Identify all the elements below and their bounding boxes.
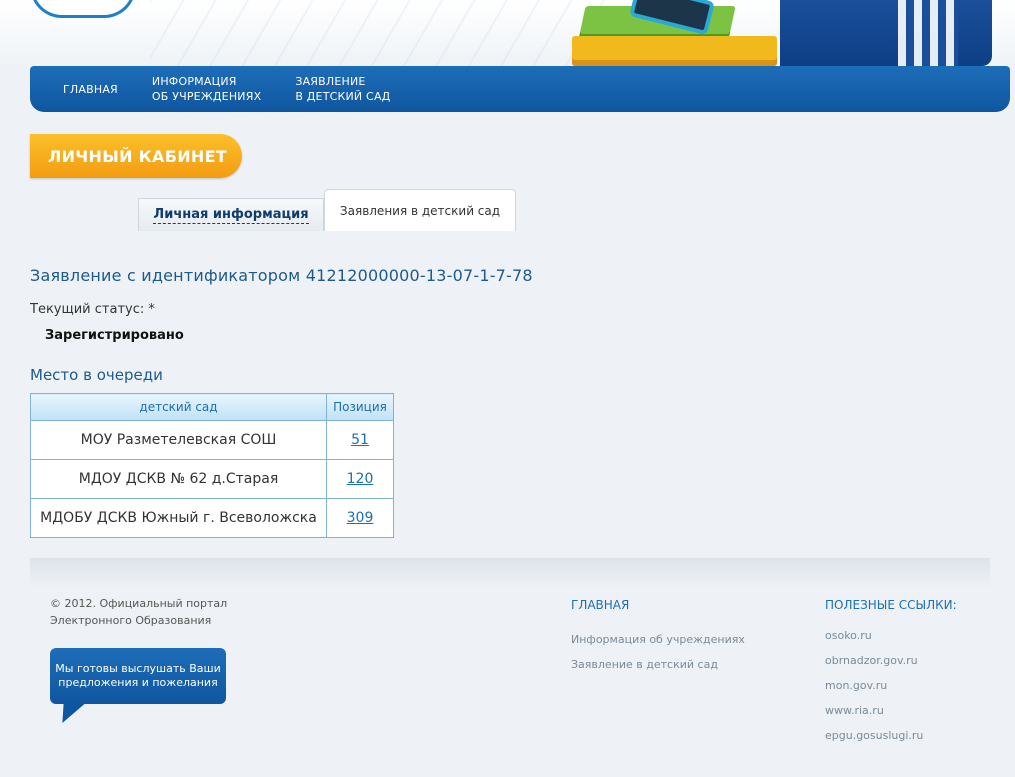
kindergarten-name: МДОБУ ДСКВ Южный г. Всеволожска bbox=[30, 498, 327, 538]
position-cell: 120 bbox=[326, 459, 394, 499]
footer-link-application[interactable]: Заявление в детский сад bbox=[571, 658, 718, 671]
position-link[interactable]: 120 bbox=[347, 471, 374, 487]
main-nav: ГЛАВНАЯ ИНФОРМАЦИЯ ОБ УЧРЕЖДЕНИЯХ ЗАЯВЛЕ… bbox=[30, 66, 1010, 112]
table-header-row: детский сад Позиция bbox=[30, 393, 394, 421]
footer-link-institutions[interactable]: Информация об учреждениях bbox=[571, 633, 745, 646]
footer-heading-main[interactable]: ГЛАВНАЯ bbox=[571, 598, 629, 612]
kindergarten-name: МДОУ ДСКВ № 62 д.Старая bbox=[30, 459, 327, 499]
books-illustration bbox=[572, 0, 782, 66]
application-title: Заявление с идентификатором 41212000000-… bbox=[30, 266, 533, 285]
footer-link-mon[interactable]: mon.gov.ru bbox=[825, 679, 887, 692]
position-link[interactable]: 51 bbox=[351, 432, 369, 448]
queue-table: детский сад Позиция МОУ Разметелевская С… bbox=[30, 393, 394, 538]
nav-item-kindergarten-application[interactable]: ЗАЯВЛЕНИЕ В ДЕТСКИЙ САД bbox=[295, 74, 390, 104]
logo[interactable] bbox=[30, 0, 136, 18]
backpack-illustration bbox=[780, 0, 992, 66]
status-label: Текущий статус: * bbox=[30, 302, 155, 317]
position-link[interactable]: 309 bbox=[347, 510, 374, 526]
nav-item-home[interactable]: ГЛАВНАЯ bbox=[63, 82, 118, 97]
footer-link-osoko[interactable]: osoko.ru bbox=[825, 629, 872, 642]
tabs: Личная информация Заявления в детский са… bbox=[138, 189, 516, 231]
feedback-button[interactable]: Мы готовы выслушать Ваши предложения и п… bbox=[50, 648, 226, 704]
copyright: © 2012. Официальный портал Электронного … bbox=[50, 597, 228, 627]
kindergarten-name: МОУ Разметелевская СОШ bbox=[30, 420, 327, 460]
header-banner bbox=[0, 0, 1015, 66]
speech-bubble-tail bbox=[56, 703, 86, 723]
tab-personal-info[interactable]: Личная информация bbox=[138, 198, 324, 231]
page-title: ЛИЧНЫЙ КАБИНЕТ bbox=[30, 134, 242, 178]
footer-link-ria[interactable]: www.ria.ru bbox=[825, 704, 884, 717]
column-header-position: Позиция bbox=[326, 393, 394, 421]
table-row: МОУ Разметелевская СОШ 51 bbox=[30, 420, 394, 460]
tab-applications[interactable]: Заявления в детский сад bbox=[324, 189, 516, 231]
footer-link-gosuslugi[interactable]: epgu.gosuslugi.ru bbox=[825, 729, 923, 742]
footer-divider bbox=[30, 558, 990, 588]
table-row: МДОУ ДСКВ № 62 д.Старая 120 bbox=[30, 459, 394, 499]
queue-title: Место в очереди bbox=[30, 366, 163, 384]
table-row: МДОБУ ДСКВ Южный г. Всеволожска 309 bbox=[30, 498, 394, 538]
column-header-kindergarten: детский сад bbox=[30, 393, 327, 421]
status-value: Зарегистрировано bbox=[45, 328, 184, 343]
footer-link-obrnadzor[interactable]: obrnadzor.gov.ru bbox=[825, 654, 918, 667]
footer-heading-useful-links: ПОЛЕЗНЫЕ ССЫЛКИ: bbox=[825, 598, 957, 612]
position-cell: 51 bbox=[326, 420, 394, 460]
position-cell: 309 bbox=[326, 498, 394, 538]
nav-item-institutions[interactable]: ИНФОРМАЦИЯ ОБ УЧРЕЖДЕНИЯХ bbox=[152, 74, 261, 104]
